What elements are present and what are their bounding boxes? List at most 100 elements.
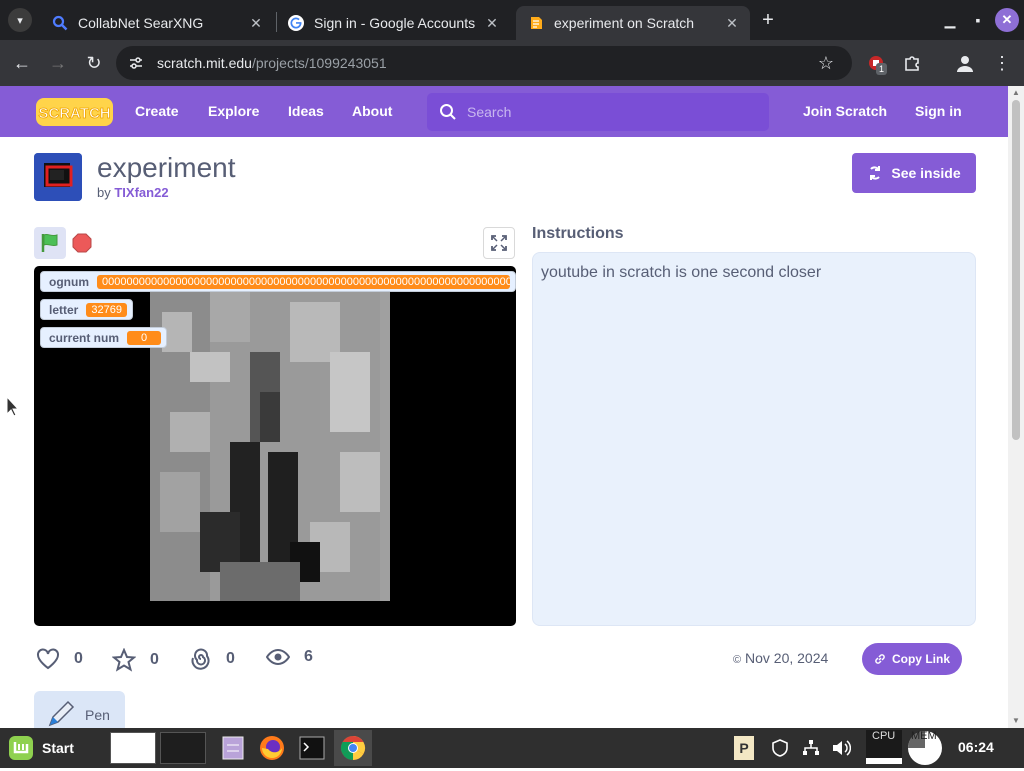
start-button[interactable]: Start	[8, 734, 74, 762]
join-scratch-link[interactable]: Join Scratch	[803, 103, 887, 119]
close-window-icon[interactable]: ✕	[995, 8, 1019, 32]
shield-icon[interactable]	[770, 738, 790, 758]
site-info-icon[interactable]	[128, 55, 144, 71]
tab-search-button[interactable]: ▾	[8, 8, 32, 32]
scroll-up-icon[interactable]: ▲	[1012, 88, 1020, 97]
green-flag-button[interactable]	[34, 227, 66, 259]
clipboard-tray-icon[interactable]: P	[734, 736, 754, 760]
nav-explore[interactable]: Explore	[208, 103, 259, 119]
fullscreen-icon	[491, 235, 507, 251]
close-icon[interactable]: ✕	[246, 13, 266, 33]
star-icon	[112, 648, 136, 672]
tab-title: CollabNet SearXNG	[78, 15, 204, 31]
extension-badge: 1	[876, 63, 888, 75]
logo-text: SCRATCH	[38, 105, 110, 122]
instructions-text: youtube in scratch is one second closer	[541, 264, 822, 281]
workspace-1[interactable]	[110, 732, 156, 764]
remix-count: 0	[226, 650, 235, 667]
forward-icon[interactable]: →	[45, 50, 71, 76]
sign-in-link[interactable]: Sign in	[915, 103, 962, 119]
terminal-icon[interactable]	[298, 734, 326, 762]
project-stage[interactable]: ognum 0000000000000000000000000000000000…	[34, 266, 516, 626]
favorite-count: 0	[150, 651, 159, 668]
profile-icon[interactable]	[953, 51, 977, 75]
url-text: scratch.mit.edu/projects/1099243051	[157, 55, 387, 71]
copyright-icon: ©	[733, 654, 742, 666]
tab-google-signin[interactable]: Sign in - Google Accounts ✕	[276, 6, 510, 40]
monitor-label: current num	[49, 330, 120, 345]
eye-icon	[266, 648, 290, 666]
extension-icon[interactable]: 1	[864, 51, 888, 75]
tab-scratch[interactable]: experiment on Scratch ✕	[516, 6, 750, 40]
monitor-label: letter	[49, 302, 79, 317]
cpu-graph	[866, 758, 902, 764]
fullscreen-button[interactable]	[483, 227, 515, 259]
search-icon	[440, 104, 456, 120]
chrome-icon[interactable]	[334, 730, 372, 766]
copy-link-label: Copy Link	[891, 652, 950, 666]
scratch-logo[interactable]: SCRATCH	[36, 98, 113, 126]
google-icon	[288, 15, 304, 31]
start-label: Start	[42, 740, 74, 756]
tab-searxng[interactable]: CollabNet SearXNG ✕	[40, 6, 274, 40]
nav-create[interactable]: Create	[135, 103, 179, 119]
address-bar[interactable]: scratch.mit.edu/projects/1099243051 ☆	[116, 46, 852, 80]
monitor-label: ognum	[49, 274, 89, 289]
scratch-icon	[528, 15, 544, 31]
project-title: experiment	[97, 152, 236, 183]
search-input[interactable]: Search	[427, 93, 769, 131]
author-link[interactable]: TIXfan22	[114, 185, 168, 200]
monitor-value: 32769	[86, 302, 127, 317]
green-flag-icon	[41, 233, 58, 252]
see-inside-label: See inside	[891, 165, 961, 181]
volume-icon[interactable]	[831, 738, 851, 758]
cpu-monitor: CPU	[866, 730, 902, 764]
close-icon[interactable]: ✕	[722, 13, 742, 33]
share-date: © Nov 20, 2024	[733, 650, 829, 666]
close-icon[interactable]: ✕	[482, 13, 502, 33]
extension-chip-pen[interactable]: Pen	[34, 691, 125, 728]
network-icon[interactable]	[801, 738, 821, 758]
variable-monitor-ognum[interactable]: ognum 0000000000000000000000000000000000…	[40, 271, 516, 292]
maximize-icon[interactable]: ▪	[966, 8, 990, 32]
scrollbar-thumb[interactable]	[1012, 100, 1020, 440]
favorite-stat[interactable]: 0	[112, 648, 159, 672]
reload-icon[interactable]: ↻	[81, 50, 107, 76]
nav-ideas[interactable]: Ideas	[288, 103, 324, 119]
stage-video-frame	[150, 292, 390, 601]
cpu-label: CPU	[872, 730, 896, 742]
kebab-menu-icon[interactable]: ⋮	[990, 51, 1014, 75]
clock[interactable]: 06:24	[958, 739, 994, 755]
project-thumbnail	[34, 153, 82, 201]
back-icon[interactable]: ←	[9, 50, 35, 76]
pen-icon	[48, 700, 75, 727]
stop-icon[interactable]	[72, 233, 92, 253]
new-tab-button[interactable]: +	[756, 8, 780, 32]
love-stat[interactable]: 0	[36, 648, 83, 670]
scratch-navbar: SCRATCH Create Explore Ideas About Searc…	[0, 86, 1008, 137]
minimize-icon[interactable]: ▁	[938, 8, 962, 32]
mem-monitor: MEM	[906, 730, 944, 766]
monitor-value: 0	[127, 330, 162, 345]
copy-link-button[interactable]: Copy Link	[862, 643, 962, 675]
page-scrollbar[interactable]: ▲ ▼	[1008, 86, 1024, 728]
heart-icon	[37, 648, 59, 670]
puzzle-icon[interactable]	[900, 51, 924, 75]
variable-monitor-letter[interactable]: letter 32769	[40, 299, 133, 320]
browser-toolbar: ← → ↻ scratch.mit.edu/projects/109924305…	[0, 40, 1024, 86]
nav-about[interactable]: About	[352, 103, 392, 119]
view-count: 6	[304, 648, 313, 665]
love-count: 0	[74, 650, 83, 667]
firefox-icon[interactable]	[258, 734, 286, 762]
os-taskbar: Start P CPU MEM 06:24	[0, 728, 1024, 768]
instructions-panel: youtube in scratch is one second closer	[532, 252, 976, 626]
bookmark-star-icon[interactable]: ☆	[818, 53, 834, 74]
pen-label: Pen	[85, 707, 110, 723]
link-icon	[875, 654, 885, 664]
workspace-2[interactable]	[160, 732, 206, 764]
scroll-down-icon[interactable]: ▼	[1012, 716, 1020, 725]
file-manager-icon[interactable]	[219, 734, 247, 762]
see-inside-button[interactable]: See inside	[852, 153, 976, 193]
browser-tab-bar: ▾ CollabNet SearXNG ✕ Sign in - Google A…	[0, 0, 1024, 40]
variable-monitor-current-num[interactable]: current num 0	[40, 327, 168, 348]
